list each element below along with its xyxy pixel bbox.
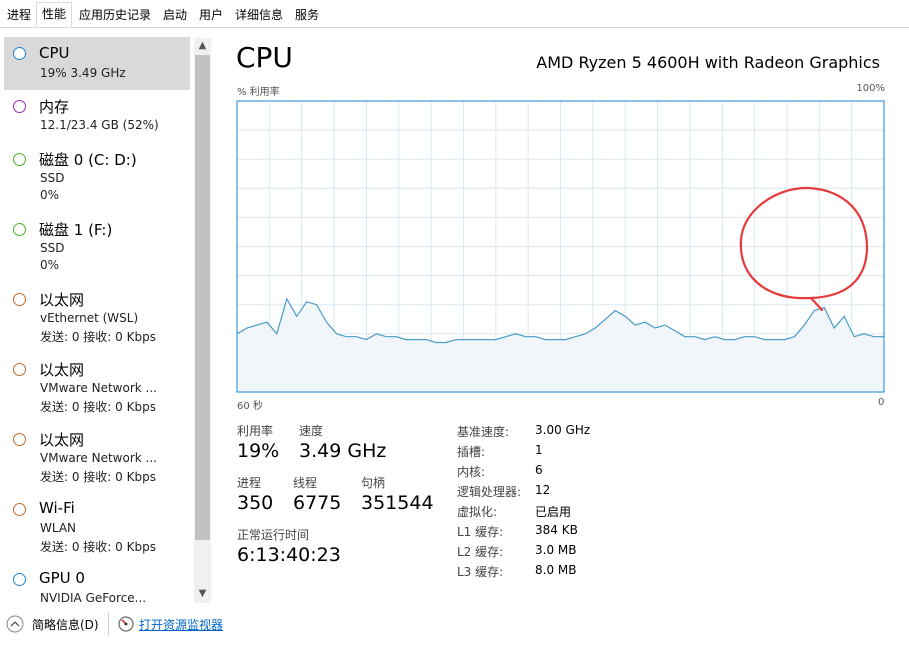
- fewer-details-label: 简略信息(D): [32, 618, 99, 632]
- sidebar-item-title: 磁盘 0 (C: D:): [39, 151, 137, 169]
- disk0-status-icon: [13, 153, 26, 166]
- sidebar-item-disk1[interactable]: 磁盘 1 (F:) SSD 0%: [4, 216, 190, 282]
- cpu-status-icon: [13, 47, 26, 60]
- resource-sidebar: CPU 19% 3.49 GHz 内存 12.1/23.4 GB (52%) 磁…: [0, 36, 212, 603]
- spec-value: 12: [535, 483, 551, 497]
- sidebar-item-title: 磁盘 1 (F:): [39, 221, 113, 239]
- sidebar-item-detail: 发送: 0 接收: 0 Kbps: [40, 400, 156, 414]
- spec-key: 内核:: [457, 465, 486, 479]
- graph-x-left-label: 60 秒: [237, 401, 263, 412]
- handles-label: 句柄: [361, 476, 386, 490]
- sidebar-item-detail: 发送: 0 接收: 0 Kbps: [40, 330, 156, 344]
- processes-label: 进程: [237, 476, 262, 490]
- sidebar-item-subtitle: vEthernet (WSL): [40, 311, 139, 325]
- scrollbar-thumb[interactable]: [195, 55, 210, 540]
- utilization-label: 利用率: [237, 424, 274, 438]
- sidebar-item-disk0[interactable]: 磁盘 0 (C: D:) SSD 0%: [4, 146, 190, 212]
- uptime-label: 正常运行时间: [237, 528, 310, 542]
- disk1-status-icon: [13, 223, 26, 236]
- sidebar-item-title: Wi-Fi: [39, 499, 75, 517]
- tab-bar: 进程 性能 应用历史记录 启动 用户 详细信息 服务: [0, 0, 909, 28]
- graph-x-right-label: 0: [878, 397, 885, 408]
- spec-key: L2 缓存:: [457, 545, 504, 559]
- sidebar-item-detail: 发送: 0 接收: 0 Kbps: [40, 470, 156, 484]
- sidebar-item-ethernet-wsl[interactable]: 以太网 vEthernet (WSL) 发送: 0 接收: 0 Kbps: [4, 286, 190, 352]
- sidebar-item-ethernet-vmware1[interactable]: 以太网 VMware Network ... 发送: 0 接收: 0 Kbps: [4, 356, 190, 422]
- sidebar-item-subtitle: VMware Network ...: [40, 381, 157, 395]
- sidebar-item-title: GPU 0: [39, 569, 85, 587]
- spec-value: 6: [535, 463, 543, 477]
- annotation-circle: [739, 186, 869, 312]
- tab-processes[interactable]: 进程: [2, 3, 36, 26]
- tab-app-history[interactable]: 应用历史记录: [74, 3, 156, 26]
- sidebar-item-wifi[interactable]: Wi-Fi WLAN 发送: 0 接收: 0 Kbps: [4, 496, 190, 562]
- uptime-value: 6:13:40:23: [237, 544, 341, 566]
- processes-value: 350: [237, 492, 274, 514]
- spec-key: 插槽:: [457, 445, 486, 459]
- ethernet-status-icon: [13, 433, 26, 446]
- sidebar-item-title: 内存: [39, 98, 70, 116]
- sidebar-item-subtitle: 19% 3.49 GHz: [40, 66, 126, 80]
- tab-details[interactable]: 详细信息: [230, 3, 288, 26]
- utilization-value: 19%: [237, 440, 280, 462]
- memory-status-icon: [13, 100, 26, 113]
- speed-value: 3.49 GHz: [299, 440, 387, 462]
- sidebar-item-title: 以太网: [39, 361, 85, 379]
- tab-performance[interactable]: 性能: [36, 2, 72, 27]
- gpu-status-icon: [13, 573, 26, 586]
- wifi-status-icon: [13, 503, 26, 516]
- open-resource-monitor-link[interactable]: 打开资源监视器: [139, 616, 223, 633]
- graph-y-max-label: 100%: [856, 83, 885, 94]
- sidebar-item-ethernet-vmware2[interactable]: 以太网 VMware Network ... 发送: 0 接收: 0 Kbps: [4, 426, 190, 492]
- sidebar-item-subtitle: VMware Network ...: [40, 451, 157, 465]
- spec-value: 1: [535, 443, 543, 457]
- scroll-down-arrow-icon[interactable]: ▼: [194, 586, 211, 602]
- spec-key: 逻辑处理器:: [457, 485, 522, 499]
- sidebar-item-subtitle: SSD: [40, 241, 65, 255]
- cpu-utilization-graph: [236, 100, 885, 393]
- resource-monitor-icon: [118, 616, 134, 632]
- sidebar-item-title: CPU: [39, 44, 70, 62]
- sidebar-item-title: 以太网: [39, 291, 85, 309]
- spec-value: 3.0 MB: [535, 543, 577, 557]
- spec-value: 3.00 GHz: [535, 423, 591, 437]
- graph-y-label: % 利用率: [237, 87, 280, 98]
- tab-services[interactable]: 服务: [290, 3, 324, 26]
- bottom-bar: 简略信息(D) 打开资源监视器: [0, 607, 909, 649]
- sidebar-scrollbar[interactable]: ▲ ▼: [194, 38, 211, 603]
- spec-value: 8.0 MB: [535, 563, 577, 577]
- threads-value: 6775: [293, 492, 342, 514]
- sidebar-item-detail: 发送: 0 接收: 0 Kbps: [40, 540, 156, 554]
- spec-key: L1 缓存:: [457, 525, 504, 539]
- spec-key: 虚拟化:: [457, 505, 498, 519]
- ethernet-status-icon: [13, 363, 26, 376]
- sidebar-item-cpu[interactable]: CPU 19% 3.49 GHz: [4, 37, 190, 90]
- spec-key: L3 缓存:: [457, 565, 504, 579]
- cpu-model-name: AMD Ryzen 5 4600H with Radeon Graphics: [536, 53, 880, 72]
- tab-users[interactable]: 用户: [194, 3, 228, 26]
- sidebar-item-subtitle: WLAN: [40, 521, 77, 535]
- handles-value: 351544: [361, 492, 434, 514]
- speed-label: 速度: [299, 424, 324, 438]
- chevron-up-circle-icon: [6, 615, 24, 633]
- sidebar-item-subtitle: NVIDIA GeForce...: [40, 591, 147, 603]
- ethernet-status-icon: [13, 293, 26, 306]
- sidebar-item-detail: 0%: [40, 258, 60, 272]
- sidebar-item-memory[interactable]: 内存 12.1/23.4 GB (52%): [4, 92, 190, 152]
- sidebar-item-gpu0[interactable]: GPU 0 NVIDIA GeForce...: [4, 566, 190, 603]
- tab-startup[interactable]: 启动: [158, 3, 192, 26]
- page-title: CPU: [236, 41, 293, 74]
- divider: [108, 613, 109, 635]
- spec-value: 384 KB: [535, 523, 578, 537]
- spec-value: 已启用: [535, 505, 572, 519]
- spec-key: 基准速度:: [457, 425, 510, 439]
- sidebar-item-subtitle: 12.1/23.4 GB (52%): [40, 118, 159, 132]
- sidebar-item-detail: 0%: [40, 188, 60, 202]
- scroll-up-arrow-icon[interactable]: ▲: [194, 38, 211, 54]
- sidebar-item-title: 以太网: [39, 431, 85, 449]
- threads-label: 线程: [293, 476, 318, 490]
- sidebar-item-subtitle: SSD: [40, 171, 65, 185]
